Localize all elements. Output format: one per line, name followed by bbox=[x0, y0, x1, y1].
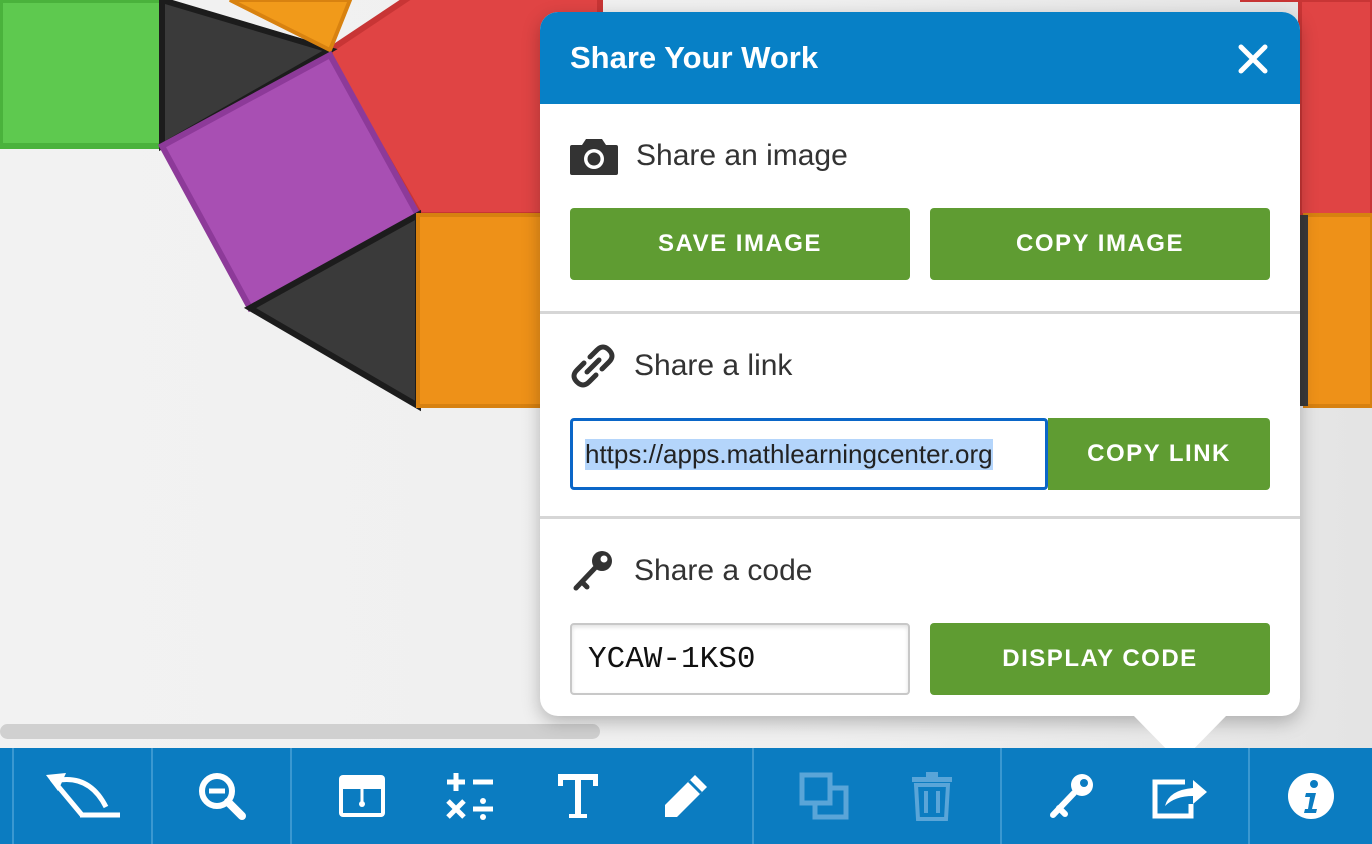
key-icon bbox=[1050, 774, 1093, 818]
share-code-field[interactable]: YCAW-1KS0 bbox=[570, 623, 910, 695]
math-operations-icon bbox=[446, 773, 493, 820]
share-link-input[interactable]: https://apps.mathlearningcenter.org bbox=[570, 418, 1048, 490]
info-icon bbox=[1288, 773, 1334, 819]
pencil-icon bbox=[665, 775, 707, 817]
close-icon[interactable] bbox=[1236, 42, 1270, 76]
key-icon bbox=[573, 551, 612, 591]
share-link-label: Share a link bbox=[634, 349, 793, 382]
share-dialog: Share Your Work Share an image SAVE IMAG… bbox=[540, 12, 1300, 716]
dialog-title: Share Your Work bbox=[570, 40, 819, 75]
zoom-out-icon bbox=[198, 773, 246, 820]
copy-image-button[interactable]: COPY IMAGE bbox=[930, 208, 1270, 280]
share-code-section: Share a code YCAW-1KS0 DISPLAY CODE bbox=[540, 519, 1300, 695]
toolbar-divider bbox=[1000, 748, 1002, 844]
zoom-out-button[interactable] bbox=[153, 748, 290, 844]
info-button[interactable] bbox=[1250, 748, 1372, 844]
green-square-piece[interactable] bbox=[0, 0, 165, 149]
horizontal-scrollbar[interactable] bbox=[0, 724, 600, 739]
text-tool-button[interactable] bbox=[528, 748, 628, 844]
toolbar-divider bbox=[290, 748, 292, 844]
undo-button[interactable] bbox=[14, 748, 151, 844]
share-code-label: Share a code bbox=[634, 554, 813, 587]
display-code-button[interactable]: DISPLAY CODE bbox=[930, 623, 1270, 695]
trash-icon bbox=[912, 772, 952, 821]
orange-square-piece[interactable] bbox=[1303, 213, 1372, 408]
share-image-label: Share an image bbox=[636, 139, 848, 172]
share-image-section: Share an image SAVE IMAGE COPY IMAGE bbox=[540, 104, 1300, 311]
camera-icon bbox=[570, 139, 618, 175]
undo-icon bbox=[45, 773, 120, 818]
share-icon bbox=[1152, 779, 1207, 819]
text-tool-icon bbox=[558, 774, 598, 818]
screen-cover-button[interactable] bbox=[310, 748, 414, 844]
share-button[interactable] bbox=[1128, 748, 1232, 844]
duplicate-button[interactable] bbox=[774, 748, 874, 844]
dialog-header: Share Your Work bbox=[540, 12, 1300, 104]
toolbar-divider bbox=[752, 748, 754, 844]
share-link-section: Share a link https://apps.mathlearningce… bbox=[540, 314, 1300, 516]
save-image-button[interactable]: SAVE IMAGE bbox=[570, 208, 910, 280]
math-operations-button[interactable] bbox=[420, 748, 520, 844]
bottom-toolbar bbox=[0, 748, 1372, 844]
pencil-button[interactable] bbox=[636, 748, 736, 844]
link-url-text: https://apps.mathlearningcenter.org bbox=[585, 438, 993, 470]
duplicate-icon bbox=[799, 772, 849, 820]
trash-button[interactable] bbox=[880, 748, 984, 844]
copy-link-button[interactable]: COPY LINK bbox=[1048, 418, 1270, 490]
key-button[interactable] bbox=[1022, 748, 1122, 844]
black-triangle-piece[interactable] bbox=[1300, 215, 1308, 406]
link-icon bbox=[571, 344, 615, 388]
screen-cover-icon bbox=[339, 775, 385, 817]
